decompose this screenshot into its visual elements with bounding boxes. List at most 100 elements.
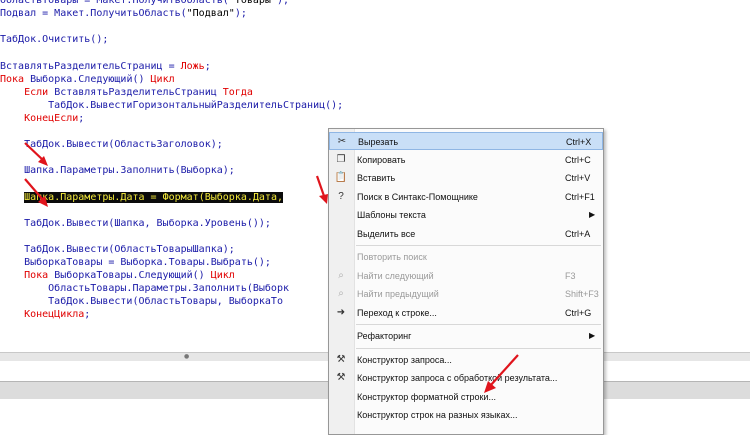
annotation-arrow-icon: [24, 142, 48, 166]
code-token: ОбластьТовары = Макет.ПолучитьОбласть(: [0, 0, 229, 6]
annotation-arrow-icon: [484, 354, 519, 393]
menu-item[interactable]: Рефакторинг ▶: [329, 327, 603, 345]
menu-item-label: Вырезать: [358, 137, 399, 147]
selected-code-text: =: [150, 191, 163, 203]
code-token: Если: [0, 86, 55, 98]
menu-item-label: Повторить поиск: [357, 252, 427, 262]
menu-item-label: Конструктор запроса...: [357, 354, 452, 365]
code-line[interactable]: Пока ВыборкаТовары.Следующий() Цикл: [0, 269, 235, 283]
menu-item-shortcut: Ctrl+G: [565, 307, 592, 318]
menu-item-label: Найти предыдущий: [357, 289, 439, 299]
code-line[interactable]: ТабДок.Вывести(ОбластьТовары, ВыборкаТо: [0, 295, 283, 309]
find-next-icon: ⌕: [338, 269, 344, 281]
code-token: );: [276, 0, 289, 6]
code-line[interactable]: ТабДок.Очистить();: [0, 33, 108, 47]
splitter-grip-icon[interactable]: ●: [184, 354, 189, 360]
menu-item[interactable]: ✂ Вырезать Ctrl+X: [329, 132, 603, 150]
menu-item-label: Шаблоны текста: [357, 210, 426, 220]
menu-item[interactable]: Конструктор форматной строки...: [329, 388, 603, 406]
code-line[interactable]: ТабДок.Вывести(ОбластьТоварыШапка);: [0, 243, 235, 257]
menu-item[interactable]: ⚒ Конструктор запроса с обработкой резуль…: [329, 369, 603, 387]
menu-item[interactable]: Конструктор строк на разных языках...: [329, 406, 603, 424]
code-line[interactable]: ТабДок.ВывестиГоризонтальныйРазделительС…: [0, 99, 343, 113]
code-token: Цикл: [150, 73, 175, 85]
menu-item-label: Конструктор форматной строки...: [357, 391, 496, 402]
menu-item[interactable]: 📋 Вставить Ctrl+V: [329, 169, 603, 187]
menu-separator: [356, 347, 601, 349]
submenu-arrow-icon: ▶: [589, 331, 596, 340]
code-token: ;: [204, 60, 211, 72]
code-token: ТабДок.Очистить();: [0, 34, 109, 46]
code-line[interactable]: ОбластьТовары.Параметры.Заполнить(Выборк: [0, 282, 289, 296]
code-token: ВыборкаТовары.Следующий(): [54, 270, 211, 282]
code-token: ВставлятьРазделительСтраниц =: [0, 60, 181, 72]
paste-icon: 📋: [334, 172, 348, 183]
menu-item[interactable]: Выделить все Ctrl+A: [329, 225, 603, 243]
code-token: Выборка.Следующий(): [30, 73, 151, 85]
code-token: ВставлятьРазделительСтраниц: [54, 86, 223, 98]
code-line[interactable]: Если ВставлятьРазделительСтраниц Тогда: [0, 86, 253, 100]
menu-item-label: Выделить все: [357, 228, 416, 239]
menu-item-label: Рефакторинг: [357, 331, 412, 341]
code-token: ;: [84, 309, 91, 321]
code-token: "Товары": [228, 0, 277, 6]
code-token: Ложь: [180, 60, 205, 72]
menu-item: ⌕ Найти следующий F3: [329, 267, 603, 285]
code-line[interactable]: ВставлятьРазделительСтраниц = Ложь;: [0, 60, 211, 74]
menu-item-shortcut: Ctrl+C: [565, 154, 591, 165]
selected-code-text: Формат(Выборка.Дата,: [162, 191, 283, 203]
goto-line-icon: ➜: [336, 306, 346, 318]
syntax-help-icon: ?: [338, 190, 344, 202]
code-line[interactable]: КонецЕсли;: [0, 112, 84, 126]
code-token: Цикл: [210, 270, 235, 282]
menu-item-shortcut: Ctrl+A: [565, 228, 591, 239]
find-previous-icon: ⌕: [338, 288, 344, 299]
menu-item-label: Найти следующий: [357, 270, 434, 281]
menu-item[interactable]: ➜ Переход к строке... Ctrl+G: [329, 304, 603, 322]
code-token: КонецЦикла: [0, 309, 85, 321]
menu-item-shortcut: Ctrl+X: [566, 137, 592, 147]
code-token: ТабДок.ВывестиГоризонтальныйРазделительС…: [0, 99, 344, 111]
scissors-icon: ✂: [337, 136, 347, 147]
code-token: ТабДок.Вывести(ОбластьТоварыШапка);: [0, 243, 235, 255]
menu-item-label: Копировать: [357, 154, 406, 165]
code-token: ТабДок.Вывести(ОбластьТовары, ВыборкаТо: [0, 296, 283, 308]
code-line[interactable]: ТабДок.Вывести(Шапка, Выборка.Уровень())…: [0, 217, 271, 231]
code-line[interactable]: Подвал = Макет.ПолучитьОбласть("Подвал")…: [0, 7, 247, 21]
code-token: ТабДок.Вывести(Шапка, Выборка.Уровень())…: [0, 217, 271, 229]
menu-item: Повторить поиск: [329, 248, 603, 266]
code-token: Пока: [0, 73, 31, 85]
code-token: Подвал = Макет.ПолучитьОбласть(: [0, 8, 187, 20]
annotation-arrow-icon: [24, 178, 48, 207]
menu-item-shortcut: Ctrl+F1: [565, 191, 595, 202]
menu-item-shortcut: Shift+F3: [565, 289, 599, 299]
context-menu: ✂ Вырезать Ctrl+X ❐ Копировать Ctrl+C 📋 Вставит…: [328, 128, 604, 435]
menu-item[interactable]: Шаблоны текста ▶: [329, 206, 603, 224]
code-token: КонецЕсли: [0, 112, 79, 124]
code-line[interactable]: КонецЦикла;: [0, 308, 90, 322]
query-builder-result-icon: ⚒: [336, 372, 346, 383]
menu-item-label: Переход к строке...: [357, 307, 437, 318]
menu-item-label: Конструктор запроса с обработкой результ…: [357, 373, 558, 383]
menu-separator: [356, 324, 601, 325]
menu-item-label: Поиск в Синтакс-Помощнике: [357, 191, 478, 202]
menu-item-label: Конструктор строк на разных языках...: [357, 410, 518, 420]
menu-item[interactable]: ⚒ Конструктор запроса...: [329, 351, 603, 369]
menu-item[interactable]: ? Поиск в Синтакс-Помощнике Ctrl+F1: [329, 188, 603, 206]
code-token: Пока: [0, 270, 55, 282]
code-token: ОбластьТовары.Параметры.Заполнить(Выборк: [0, 283, 289, 295]
code-token: ;: [78, 112, 85, 124]
menu-item-shortcut: Ctrl+V: [565, 173, 591, 183]
menu-item[interactable]: ❐ Копировать Ctrl+C: [329, 151, 603, 169]
menu-item: ⌕ Найти предыдущий Shift+F3: [329, 285, 603, 303]
code-token: Тогда: [222, 86, 253, 98]
query-builder-icon: ⚒: [336, 353, 346, 365]
menu-separator: [356, 245, 601, 246]
submenu-arrow-icon: ▶: [589, 210, 596, 219]
copy-icon: ❐: [336, 153, 346, 165]
menu-item-label: Вставить: [357, 173, 396, 183]
code-line[interactable]: ВыборкаТовары = Выборка.Товары.Выбрать()…: [0, 256, 271, 270]
code-token: "Подвал": [186, 8, 235, 20]
code-line[interactable]: Пока Выборка.Следующий() Цикл: [0, 73, 175, 87]
